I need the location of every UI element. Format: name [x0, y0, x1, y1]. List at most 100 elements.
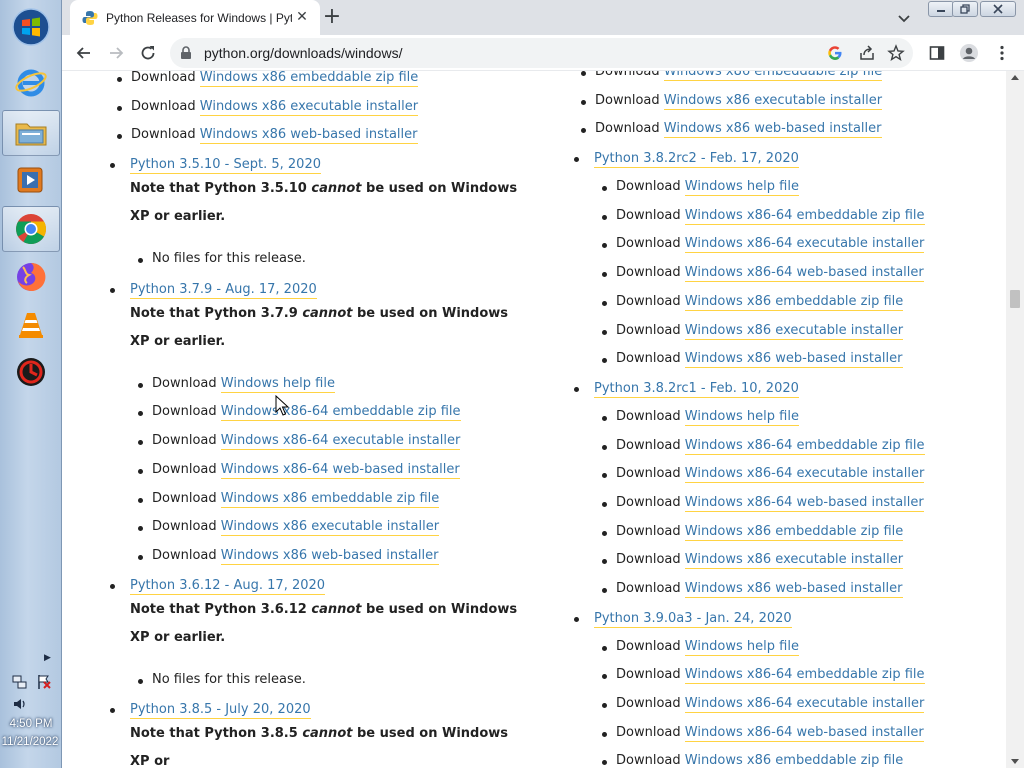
download-file-link[interactable]: Windows x86-64 embeddable zip file [684, 208, 925, 225]
clock-date[interactable]: 11/21/2022 [0, 736, 63, 748]
address-bar[interactable]: python.org/downloads/windows/ [170, 38, 913, 68]
release-title-link[interactable]: Python 3.5.10 - Sept. 5, 2020 [130, 157, 321, 175]
scroll-up-arrow-icon[interactable] [1011, 75, 1019, 80]
profile-avatar-icon[interactable] [958, 42, 980, 64]
download-file-link[interactable]: Windows x86 web-based installer [663, 121, 882, 139]
download-file-item: Download Windows x86-64 embeddable zip f… [138, 398, 548, 427]
chrome-icon[interactable] [2, 206, 60, 252]
close-window-button[interactable] [980, 1, 1016, 17]
download-file-item: Download Windows x86 executable installe… [138, 513, 548, 542]
download-file-link[interactable]: Windows x86 embeddable zip file [684, 524, 904, 541]
download-file-link[interactable]: Windows x86 embeddable zip file [663, 71, 883, 81]
download-file-link[interactable]: Windows x86 web-based installer [220, 548, 439, 565]
release-title-link[interactable]: Python 3.6.12 - Aug. 17, 2020 [130, 578, 326, 595]
download-file-item: Download Windows x86 executable installe… [602, 546, 992, 575]
download-file-link[interactable]: Windows x86 web-based installer [199, 127, 418, 145]
scrollbar-thumb[interactable] [1010, 290, 1020, 308]
download-prefix: Download [616, 179, 685, 195]
download-file-link[interactable]: Windows x86-64 embeddable zip file [684, 438, 925, 455]
file-explorer-icon[interactable] [2, 110, 60, 156]
download-file-item: Download Windows x86 embeddable zip file [138, 485, 548, 514]
tab-python-releases[interactable]: Python Releases for Windows | Python.org… [70, 0, 320, 35]
download-prefix: Download [616, 552, 685, 568]
internet-explorer-icon[interactable] [2, 59, 60, 105]
download-file-link[interactable]: Windows help file [220, 376, 335, 393]
download-file-link[interactable]: Windows x86-64 web-based installer [220, 462, 460, 479]
download-file-link[interactable]: Windows x86 embeddable zip file [220, 491, 440, 508]
download-file-link[interactable]: Windows x86 executable installer [220, 519, 440, 537]
download-file-link[interactable]: Windows x86-64 embeddable zip file [684, 667, 925, 685]
download-prefix: Download [152, 461, 221, 477]
file-list: No files for this release. [108, 666, 548, 695]
start-orb-icon[interactable] [2, 4, 60, 50]
menu-kebab-icon[interactable] [991, 42, 1013, 64]
download-file-link[interactable]: Windows help file [684, 639, 799, 656]
vlc-icon[interactable] [2, 302, 60, 348]
action-center-flag-icon[interactable] [36, 674, 52, 690]
page-scrollbar[interactable] [1006, 71, 1024, 768]
download-file-link[interactable]: Windows x86 executable installer [684, 552, 904, 570]
restore-button[interactable] [952, 1, 978, 17]
scroll-down-arrow-icon[interactable] [1011, 759, 1019, 764]
url-text[interactable]: python.org/downloads/windows/ [204, 45, 402, 61]
side-panel-icon[interactable] [926, 42, 948, 64]
download-file-link[interactable]: Windows x86 embeddable zip file [685, 753, 904, 768]
note-text: Note that Python 3.6.12 [130, 601, 312, 617]
taskbar: ▶ 4:50 PM 11/21/2022 [0, 0, 62, 768]
left-column: Download Windows x86 embeddable zip file… [108, 71, 548, 768]
media-player-icon[interactable] [2, 157, 60, 203]
download-file-link[interactable]: Windows x86-64 executable installer [220, 433, 461, 451]
download-file-link[interactable]: Windows help file [684, 179, 799, 197]
tab-search-chevron-icon[interactable] [894, 8, 914, 28]
release-title-link[interactable]: Python 3.8.2rc2 - Feb. 17, 2020 [594, 151, 799, 169]
back-icon[interactable] [73, 42, 95, 64]
download-file-link[interactable]: Windows x86-64 web-based installer [684, 725, 924, 742]
release-title-link[interactable]: Python 3.7.9 - Aug. 17, 2020 [130, 282, 317, 299]
show-hidden-icons-icon[interactable]: ▶ [44, 652, 51, 663]
clock-time[interactable]: 4:50 PM [0, 718, 62, 730]
release-item: Python 3.8.5 - July 20, 2020 [108, 695, 548, 724]
download-prefix: Download [616, 724, 685, 740]
download-file-item: Download Windows help file [602, 633, 992, 662]
download-file-link[interactable]: Windows x86-64 embeddable zip file [220, 404, 461, 422]
release-title-link[interactable]: Python 3.9.0a3 - Jan. 24, 2020 [594, 611, 792, 628]
file-list: Download Windows help file Download Windo… [572, 173, 992, 374]
close-icon [993, 4, 1003, 14]
download-file-link[interactable]: Windows x86 embeddable zip file [199, 71, 419, 87]
forward-icon[interactable] [105, 42, 127, 64]
share-icon[interactable] [858, 44, 876, 62]
reload-icon[interactable] [137, 42, 159, 64]
google-icon[interactable] [826, 44, 844, 62]
download-file-link[interactable]: Windows x86-64 web-based installer [684, 265, 924, 283]
tab-close-icon[interactable]: ✕ [294, 9, 310, 25]
download-file-link[interactable]: Windows x86 embeddable zip file [684, 294, 904, 311]
red-app-icon[interactable] [2, 349, 60, 395]
download-prefix: Download [152, 490, 221, 506]
download-file-item: Download Windows x86 executable installe… [117, 93, 548, 122]
download-file-link[interactable]: Windows x86-64 executable installer [684, 696, 925, 714]
no-files-item: No files for this release. [138, 245, 548, 274]
volume-icon[interactable] [12, 696, 28, 712]
browser-toolbar: python.org/downloads/windows/ [62, 35, 1024, 71]
lock-icon[interactable] [180, 46, 192, 60]
new-tab-button[interactable]: + [320, 6, 344, 30]
release-title-link[interactable]: Python 3.8.2rc1 - Feb. 10, 2020 [594, 381, 799, 398]
download-prefix: Download [152, 519, 221, 535]
download-file-link[interactable]: Windows help file [684, 409, 799, 426]
minimize-button[interactable] [928, 1, 954, 17]
download-file-link[interactable]: Windows x86 executable installer [684, 323, 904, 340]
firefox-icon[interactable] [2, 254, 60, 300]
note-emphasis: cannot [311, 181, 362, 197]
download-file-link[interactable]: Windows x86 executable installer [199, 99, 419, 116]
download-file-link[interactable]: Windows x86-64 executable installer [684, 236, 925, 254]
download-file-link[interactable]: Windows x86 executable installer [663, 93, 883, 110]
download-file-item: Download Windows x86 embeddable zip file [117, 71, 548, 93]
download-file-link[interactable]: Windows x86 web-based installer [684, 351, 903, 369]
network-icon[interactable] [12, 674, 28, 690]
download-file-link[interactable]: Windows x86-64 web-based installer [684, 495, 924, 512]
download-prefix: Download [152, 375, 221, 391]
bookmark-star-icon[interactable] [887, 44, 905, 62]
download-file-link[interactable]: Windows x86-64 executable installer [684, 466, 925, 484]
release-title-link[interactable]: Python 3.8.5 - July 20, 2020 [130, 702, 311, 720]
download-file-link[interactable]: Windows x86 web-based installer [684, 581, 903, 598]
